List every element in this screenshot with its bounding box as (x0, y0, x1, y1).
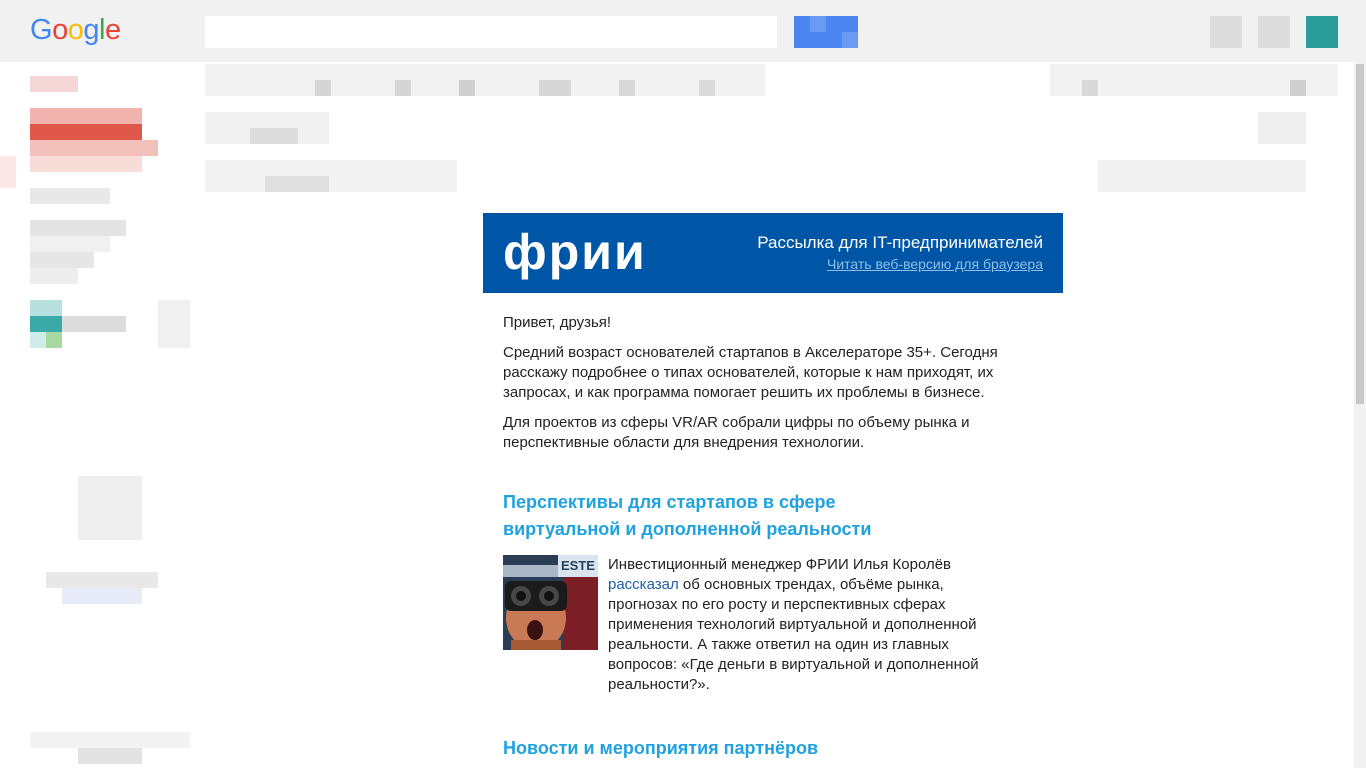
vr-paragraph: Для проектов из сферы VR/AR собрали цифр… (503, 414, 970, 451)
newsletter-header: фрии Рассылка для IT-предпринимателей Чи… (483, 213, 1063, 293)
sidebar-item-inbox[interactable] (30, 108, 142, 124)
section-heading[interactable]: Перспективы для стартапов в сфере виртуа… (503, 489, 903, 543)
sidebar-item-label[interactable] (30, 252, 94, 268)
scrollbar-thumb[interactable] (1356, 64, 1364, 404)
hangouts-status (46, 332, 62, 348)
sidebar-item-sent[interactable] (30, 188, 110, 204)
hangouts-message (46, 572, 158, 588)
article-text: Инвестиционный менеджер ФРИИ Илья Королё… (608, 555, 1008, 695)
section-heading-partners[interactable]: Новости и мероприятия партнёров (503, 735, 1043, 762)
sender-info (205, 160, 457, 192)
sidebar-item-inbox-active[interactable] (30, 124, 142, 140)
hangouts-placeholder-icon (78, 476, 142, 540)
logo-letter: o (67, 14, 84, 46)
compose-button[interactable] (30, 76, 78, 92)
sidebar-item-starred[interactable] (30, 140, 158, 156)
article-link[interactable]: рассказал (608, 576, 679, 593)
delete-icon[interactable] (459, 80, 475, 96)
logo-letter: o (52, 14, 68, 46)
sidebar-footer-icons[interactable] (78, 748, 142, 764)
notifications-icon[interactable] (1258, 16, 1290, 48)
newsletter-title: Рассылка для IT-предпринимателей (757, 233, 1043, 252)
intro-paragraph: Средний возраст основателей стартапов в … (503, 344, 998, 401)
apps-icon[interactable] (1210, 16, 1242, 48)
labels-icon[interactable] (619, 80, 635, 96)
sidebar-item-snoozed[interactable] (30, 156, 142, 172)
sidebar-item-more[interactable] (30, 236, 110, 252)
toolbar-buttons[interactable] (205, 64, 765, 96)
logo-letter: e (104, 14, 121, 46)
more-icon[interactable] (699, 80, 715, 96)
sidebar-item-label[interactable] (30, 268, 78, 284)
greeting: Привет, друзья! (503, 314, 612, 331)
account-avatar[interactable] (1306, 16, 1338, 48)
brand-logo: фрии (503, 224, 647, 280)
sidebar-item-drafts[interactable] (30, 220, 126, 236)
sidebar-fragment (0, 156, 16, 188)
article-rest: об основных трендах, объёме рынка, прогн… (608, 576, 979, 693)
article-intro: Инвестиционный менеджер ФРИИ Илья Королё… (608, 556, 952, 573)
sender-name (265, 176, 329, 192)
email-subject (250, 128, 298, 144)
print-icon[interactable] (1258, 112, 1306, 144)
hangouts-link[interactable] (62, 588, 142, 604)
logo-letter: g (83, 14, 99, 46)
sidebar-footer (30, 732, 190, 748)
hangouts-status (30, 332, 46, 348)
vr-headset-photo[interactable]: ESTE (503, 555, 598, 650)
hangouts-avatar[interactable] (30, 300, 62, 316)
search-button[interactable] (794, 16, 858, 48)
web-version-link[interactable]: Читать веб-версию для браузера (827, 256, 1043, 272)
logo-letter: G (30, 14, 53, 46)
email-body: фрии Рассылка для IT-предпринимателей Чи… (483, 213, 1063, 762)
hangouts-avatar[interactable] (30, 316, 62, 332)
article: ESTE Инвестиционный менеджер ФРИИ Илья К… (503, 555, 1043, 695)
archive-icon[interactable] (315, 80, 331, 96)
spam-icon[interactable] (395, 80, 411, 96)
hangouts-add[interactable] (158, 300, 190, 348)
prev-icon[interactable] (1082, 80, 1098, 96)
settings-icon[interactable] (1290, 80, 1306, 96)
search-input[interactable] (205, 16, 777, 48)
google-logo[interactable]: Google (30, 13, 121, 47)
hangouts-name (62, 316, 126, 332)
move-icon[interactable] (539, 80, 571, 96)
svg-text:ESTE: ESTE (561, 558, 595, 573)
email-date (1098, 160, 1306, 192)
